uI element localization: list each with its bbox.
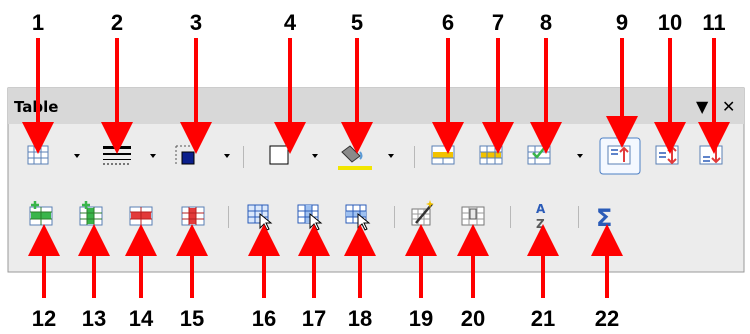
callout-number: 4	[284, 10, 297, 35]
delete-rows-icon[interactable]	[129, 206, 153, 226]
optimize-icon[interactable]	[527, 145, 551, 165]
sort-a-glyph: A	[536, 202, 546, 216]
separator	[578, 206, 579, 228]
split-cells-icon[interactable]	[479, 145, 503, 165]
callout-number: 5	[351, 10, 363, 35]
separator	[243, 146, 244, 168]
callout-number: 2	[111, 10, 123, 35]
callout-number: 9	[616, 10, 628, 35]
table-properties-icon[interactable]	[461, 206, 485, 226]
callout-number: 1	[32, 10, 44, 35]
callout-number: 21	[531, 306, 555, 331]
callout-number: 11	[702, 10, 725, 35]
sort-icon[interactable]: A Z	[536, 202, 546, 231]
separator	[510, 206, 511, 228]
callout-number: 19	[409, 306, 433, 331]
callout-number: 18	[348, 306, 372, 331]
align-bottom-icon[interactable]	[699, 145, 723, 165]
callout-number: 6	[442, 10, 454, 35]
toolbar-menu-icon[interactable]: ▼	[696, 97, 709, 116]
callout-number: 3	[190, 10, 202, 35]
delete-columns-icon[interactable]	[181, 206, 205, 226]
merge-cells-icon[interactable]	[431, 145, 455, 165]
align-center-vertical-icon[interactable]	[655, 145, 679, 165]
callout-number: 7	[492, 10, 504, 35]
callout-number: 20	[461, 306, 485, 331]
annotated-toolbar-figure: Table ▼ ✕ A Z Σ 1 2 3 4 5 6 7 8 9 10 11 …	[7, 10, 745, 331]
callout-number: 17	[302, 306, 326, 331]
sum-icon[interactable]: Σ	[596, 204, 612, 232]
callout-number: 8	[540, 10, 552, 35]
borders-icon[interactable]	[269, 145, 289, 165]
callout-number: 10	[658, 10, 682, 35]
align-top-icon[interactable]	[599, 137, 641, 175]
separator	[228, 206, 229, 228]
table-icon[interactable]	[27, 145, 49, 165]
separator	[414, 146, 415, 168]
sort-z-glyph: Z	[536, 217, 545, 231]
callout-number: 15	[180, 306, 204, 331]
callout-number: 12	[32, 306, 56, 331]
callout-number: 22	[595, 306, 619, 331]
callout-number: 16	[252, 306, 276, 331]
separator	[394, 206, 395, 228]
callout-number: 14	[129, 306, 154, 331]
toolbar-close-icon[interactable]: ✕	[722, 97, 735, 116]
callout-number: 13	[82, 306, 106, 331]
